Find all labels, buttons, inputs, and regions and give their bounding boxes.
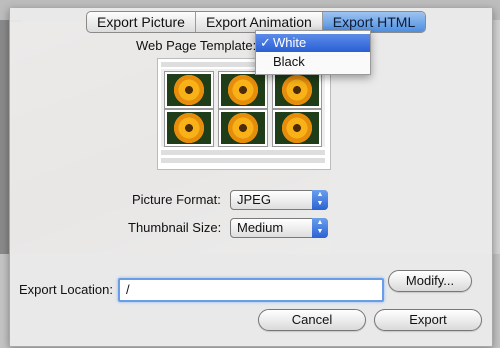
preview-thumbnail — [219, 110, 267, 146]
modify-button[interactable]: Modify... — [388, 270, 472, 292]
preview-thumbnail-grid — [161, 69, 325, 147]
cancel-button[interactable]: Cancel — [258, 309, 366, 331]
menu-item-white[interactable]: ✓ White — [256, 34, 370, 52]
template-menu: ✓ White Black — [255, 30, 371, 75]
thumbnail-size-value: Medium — [237, 220, 284, 235]
preview-thumbnail — [165, 72, 213, 108]
picture-format-label: Picture Format: — [132, 192, 221, 207]
export-location-field[interactable]: / — [118, 278, 384, 302]
thumbnail-size-label: Thumbnail Size: — [128, 220, 222, 235]
preview-thumbnail — [273, 72, 321, 108]
export-sheet: Export Picture Export Animation Export H… — [9, 8, 493, 347]
export-location-value: / — [126, 282, 130, 297]
tab-export-animation[interactable]: Export Animation — [196, 12, 323, 32]
up-down-arrows-icon: ▲ ▼ — [312, 190, 328, 210]
menu-item-label: Black — [273, 54, 305, 69]
preview-thumbnail — [165, 110, 213, 146]
menu-item-black[interactable]: Black — [256, 53, 370, 71]
picture-format-value: JPEG — [237, 192, 271, 207]
menu-item-label: White — [273, 35, 307, 50]
preview-thumbnail — [273, 110, 321, 146]
checkmark-icon: ✓ — [260, 35, 271, 50]
tab-export-picture[interactable]: Export Picture — [87, 12, 196, 32]
preview-thumbnail — [219, 72, 267, 108]
export-location-label: Export Location: — [19, 282, 113, 297]
tab-export-html[interactable]: Export HTML — [322, 12, 426, 32]
export-button[interactable]: Export — [374, 309, 482, 331]
picture-format-select[interactable]: JPEG ▲ ▼ — [230, 190, 328, 210]
template-label: Web Page Template: — [136, 38, 257, 53]
up-down-arrows-icon: ▲ ▼ — [312, 218, 328, 238]
preview-footer — [161, 150, 325, 155]
thumbnail-size-select[interactable]: Medium ▲ ▼ — [230, 218, 328, 238]
preview-footer — [161, 158, 325, 163]
